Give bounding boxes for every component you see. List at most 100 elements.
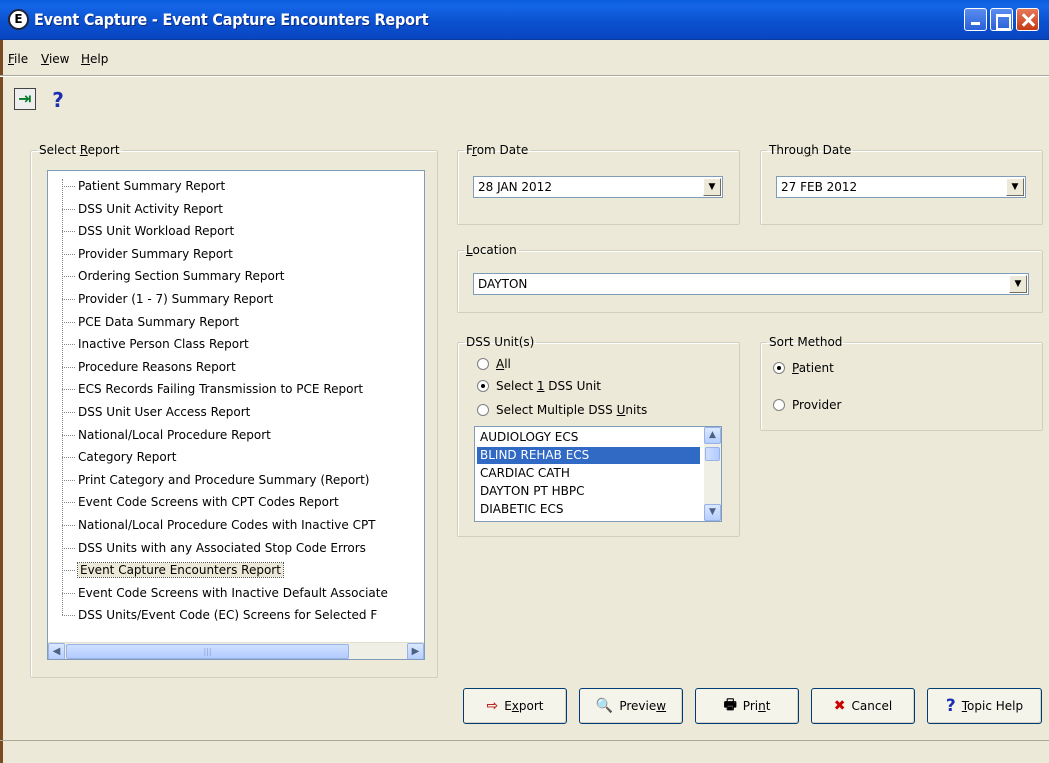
sort-method-group: Sort Method [760, 335, 1043, 431]
menu-file[interactable]: File [8, 52, 28, 66]
tree-item-label: National/Local Procedure Codes with Inac… [78, 518, 376, 532]
dss-select-one-label: DSS Unit [544, 379, 602, 393]
help-icon: ? [945, 696, 956, 716]
tree-item-label: DSS Units/Event Code (EC) Screens for Se… [78, 608, 378, 623]
chevron-down-icon[interactable]: ▼ [703, 178, 721, 196]
list-item[interactable]: DIABETIC ECS [477, 501, 700, 518]
sort-provider-radio[interactable]: Provider [773, 396, 841, 414]
menu-view[interactable]: View [41, 52, 69, 66]
tree-item-label: DSS Unit Activity Report [78, 201, 224, 216]
tree-item[interactable]: DSS Units with any Associated Stop Code … [62, 537, 366, 559]
tree-item-label: Provider (1 - 7) Summary Report [78, 292, 274, 306]
scroll-right-button[interactable]: ▶ [407, 643, 424, 659]
minimize-button[interactable] [964, 8, 987, 31]
tree-item[interactable]: National/Local Procedure Codes with Inac… [62, 514, 376, 536]
dss-select-multiple-label: nits [625, 403, 648, 417]
tree-item[interactable]: Provider (1 - 7) Summary Report [62, 288, 273, 310]
through-date-label: Through Date [769, 143, 852, 157]
tree-item-label: PCE Data Summary Report [78, 314, 240, 329]
menu-view-label: iew [48, 52, 70, 66]
tree-item[interactable]: DSS Unit Activity Report [62, 198, 223, 220]
location-value: DAYTON [478, 277, 528, 291]
tree-item-label: Patient Summary Report [78, 179, 226, 193]
list-item[interactable]: AUDIOLOGY ECS [477, 429, 700, 446]
title-bar[interactable]: E Event Capture - Event Capture Encounte… [0, 0, 1049, 40]
toolbar-divider-highlight [0, 76, 1049, 77]
menu-help-mnemonic: H [81, 52, 91, 66]
chevron-down-icon[interactable]: ▼ [1009, 275, 1027, 293]
tree-item[interactable]: DSS Unit User Access Report [62, 401, 250, 423]
dss-unit-listbox[interactable]: AUDIOLOGY ECS BLIND REHAB ECS CARDIAC CATH… [474, 426, 722, 522]
menu-bar: File View Help [0, 50, 1049, 70]
scroll-down-button[interactable]: ▼ [704, 504, 721, 521]
close-button[interactable] [1016, 8, 1039, 31]
preview-button[interactable]: 🔍 Preview [579, 688, 683, 724]
tree-item[interactable]: ECS Records Failing Transmission to PCE … [62, 378, 363, 400]
radio-button[interactable] [477, 358, 489, 370]
export-button[interactable]: ⇨ Export [463, 688, 567, 724]
tree-item[interactable]: DSS Units/Event Code (EC) Screens for Se… [62, 604, 377, 626]
tree-item[interactable]: DSS Unit Workload Report [62, 220, 234, 242]
chevron-down-icon[interactable]: ▼ [1006, 178, 1024, 196]
scroll-thumb[interactable]: ||| [66, 644, 349, 659]
through-date-combo[interactable]: 27 FEB 2012 ▼ [776, 176, 1026, 198]
radio-button[interactable] [477, 380, 489, 392]
radio-button[interactable] [773, 362, 785, 374]
tree-item-label: Inactive Person Class Report [78, 337, 249, 352]
list-item[interactable]: CARDIAC CATH [477, 465, 700, 482]
tree-item-label: DSS Units with any Associated Stop Code … [78, 540, 366, 555]
exit-icon[interactable]: ⇥ [14, 88, 36, 110]
app-icon: E [8, 9, 29, 30]
topic-help-button[interactable]: ? Topic Help [927, 688, 1042, 724]
preview-label: Preview [619, 699, 667, 713]
tree-item[interactable]: Inactive Person Class Report [62, 333, 249, 355]
sort-patient-radio[interactable]: Patient [773, 359, 834, 377]
tree-item-label: Event Code Screens with Inactive Default… [78, 585, 388, 600]
menu-file-label: ile [14, 52, 29, 66]
through-date-value: 27 FEB 2012 [781, 180, 858, 194]
from-date-combo[interactable]: 28 JAN 2012 ▼ [473, 176, 723, 198]
tree-item-label: Event Code Screens with CPT Codes Report [78, 495, 339, 510]
tree-item[interactable]: Event Code Screens with CPT Codes Report [62, 491, 339, 513]
list-item[interactable]: BLIND REHAB ECS [477, 447, 700, 464]
menu-view-mnemonic: V [41, 52, 49, 66]
scroll-left-button[interactable]: ◀ [48, 643, 65, 659]
window-title: Event Capture - Event Capture Encounters… [34, 10, 429, 29]
dss-select-one-radio[interactable]: Select 1 DSS Unit [477, 377, 601, 395]
tree-item[interactable]: Event Code Screens with Inactive Default… [62, 582, 388, 604]
menu-help[interactable]: Help [81, 52, 108, 66]
tree-item[interactable]: Event Capture Encounters Report [62, 559, 284, 581]
tree-item[interactable]: Print Category and Procedure Summary (Re… [62, 469, 370, 491]
scroll-thumb[interactable] [705, 447, 720, 461]
tree-item[interactable]: Provider Summary Report [62, 243, 233, 265]
menu-help-label: elp [90, 52, 109, 66]
scroll-up-button[interactable]: ▲ [704, 427, 721, 444]
select-report-label: Select Report [39, 143, 120, 157]
maximize-button[interactable] [990, 8, 1013, 31]
tree-item[interactable]: National/Local Procedure Report [62, 424, 271, 446]
tree-item[interactable]: Ordering Section Summary Report [62, 265, 284, 287]
tree-item[interactable]: Procedure Reasons Report [62, 356, 236, 378]
dss-select-multiple-radio[interactable]: Select Multiple DSS Units [477, 401, 647, 419]
cancel-button[interactable]: ✖ Cancel [811, 688, 915, 724]
report-tree[interactable]: Patient Summary Report DSS Unit Activity … [47, 170, 425, 660]
tree-item-label: DSS Unit Workload Report [78, 224, 235, 239]
location-combo[interactable]: DAYTON ▼ [473, 273, 1029, 295]
topic-help-label: Topic Help [961, 699, 1024, 713]
tree-item[interactable]: PCE Data Summary Report [62, 311, 239, 333]
print-button[interactable]: 🖶 Print [695, 688, 799, 724]
tree-item-label: Print Category and Procedure Summary (Re… [78, 472, 370, 487]
vertical-scrollbar[interactable]: ▲ ▼ [704, 427, 721, 521]
dss-all-radio[interactable]: All [477, 355, 511, 373]
radio-button[interactable] [773, 399, 785, 411]
printer-icon: 🖶 [723, 697, 737, 713]
dss-select-multiple-label-pre: Select Multiple DSS [496, 403, 617, 417]
tree-item-label: Category Report [78, 450, 177, 465]
tree-item[interactable]: Patient Summary Report [62, 175, 225, 197]
list-item[interactable]: DAYTON PT HBPC [477, 483, 700, 500]
tree-item[interactable]: Category Report [62, 446, 176, 468]
location-label: Location [466, 243, 517, 257]
help-icon[interactable]: ? [46, 88, 70, 112]
radio-button[interactable] [477, 404, 489, 416]
horizontal-scrollbar[interactable]: ◀ ||| ▶ [48, 642, 424, 659]
